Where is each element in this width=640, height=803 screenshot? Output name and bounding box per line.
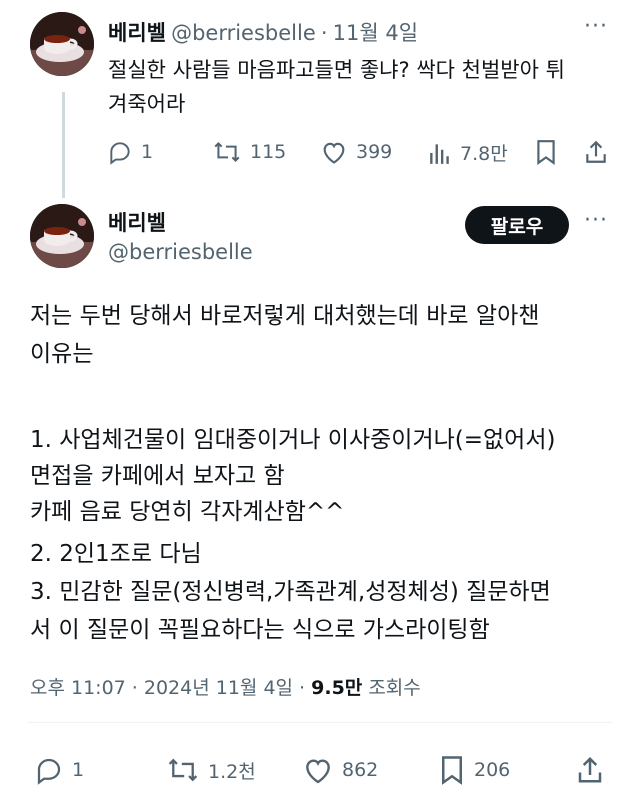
display-name[interactable]: 베리벨	[108, 211, 166, 235]
display-name[interactable]: 베리벨	[108, 21, 166, 45]
tweet-meta: 오후 11:07 · 2024년 11월 4일 · 9.5만 조회수	[30, 673, 421, 700]
retweet-button[interactable]: 115	[212, 139, 286, 165]
tweet-date[interactable]: 11월 4일	[333, 21, 418, 45]
main-tweet-handle[interactable]: @berriesbelle	[108, 240, 253, 264]
reply-count: 1	[72, 759, 85, 781]
more-icon[interactable]: ···	[584, 208, 608, 233]
reply-tweet-header: 베리벨 @berriesbelle · 11월 4일	[108, 17, 418, 47]
handle[interactable]: @berriesbelle	[108, 240, 253, 264]
share-button[interactable]	[584, 139, 608, 165]
tweet-text-line: 면접을 카페에서 보자고 함	[30, 463, 285, 489]
reply-button[interactable]: 1	[107, 139, 153, 165]
tweet-text-line: 절실한 사람들 마음파고들면 좋냐? 싹다 천벌받아 튀	[108, 58, 565, 82]
tweet-text-line: 저는 두번 당해서 바로저렇게 대처했는데 바로 알아챈	[30, 303, 540, 329]
retweet-icon	[212, 139, 242, 165]
view-count: 9.5만	[311, 677, 363, 699]
tweet-text-line: 이유는	[30, 341, 94, 367]
thread-line	[62, 92, 65, 198]
retweet-count: 115	[250, 141, 287, 163]
tweet-text-line: 2. 2인1조로 다님	[30, 541, 202, 567]
reply-tweet-text: 절실한 사람들 마음파고들면 좋냐? 싹다 천벌받아 튀 겨죽어라	[108, 53, 565, 121]
more-icon[interactable]: ···	[584, 14, 608, 39]
like-count: 862	[342, 759, 379, 781]
tweet-text-line: 겨죽어라	[108, 92, 186, 116]
reply-count: 1	[141, 141, 154, 163]
like-count: 399	[356, 141, 393, 163]
bookmark-button[interactable]	[534, 139, 558, 165]
views-count: 7.8만	[460, 143, 508, 165]
bookmark-icon	[534, 139, 558, 165]
bookmark-count: 206	[474, 759, 511, 781]
reply-icon	[107, 139, 133, 165]
views-icon	[428, 140, 452, 166]
like-button[interactable]: 862	[302, 755, 378, 785]
share-icon	[584, 139, 608, 165]
separator: ·	[320, 21, 328, 45]
retweet-icon	[166, 755, 200, 785]
share-button[interactable]	[576, 755, 604, 785]
main-tweet-name[interactable]: 베리벨	[108, 207, 166, 237]
follow-button[interactable]: 팔로우	[465, 206, 569, 244]
retweet-count: 1.2천	[208, 760, 256, 783]
divider	[28, 722, 612, 723]
like-icon	[302, 755, 334, 785]
like-icon	[320, 139, 348, 165]
tweet-text-line: 서 이 질문이 꼭필요하다는 식으로 가스라이팅함	[30, 617, 490, 643]
bookmark-icon	[438, 755, 466, 785]
tweet-text-line: 카페 음료 당연히 각자계산함^^	[30, 499, 345, 525]
avatar[interactable]	[30, 204, 94, 268]
reply-button[interactable]: 1	[34, 755, 84, 785]
tweet-text-line: 1. 사업체건물이 임대중이거나 이사중이거나(=없어서)	[30, 427, 556, 453]
view-label: 조회수	[368, 677, 421, 699]
tweet-timestamp[interactable]: 오후 11:07 · 2024년 11월 4일 ·	[30, 677, 305, 699]
reply-icon	[34, 755, 64, 785]
bookmark-button[interactable]: 206	[438, 755, 510, 785]
share-icon	[576, 755, 604, 785]
avatar[interactable]	[30, 12, 94, 76]
retweet-button[interactable]: 1.2천	[166, 755, 256, 785]
tweet-text-line: 3. 민감한 질문(정신병력,가족관계,성정체성) 질문하면	[30, 579, 551, 605]
like-button[interactable]: 399	[320, 139, 392, 165]
views-button[interactable]: 7.8만	[428, 139, 508, 166]
handle[interactable]: @berriesbelle	[171, 21, 316, 45]
